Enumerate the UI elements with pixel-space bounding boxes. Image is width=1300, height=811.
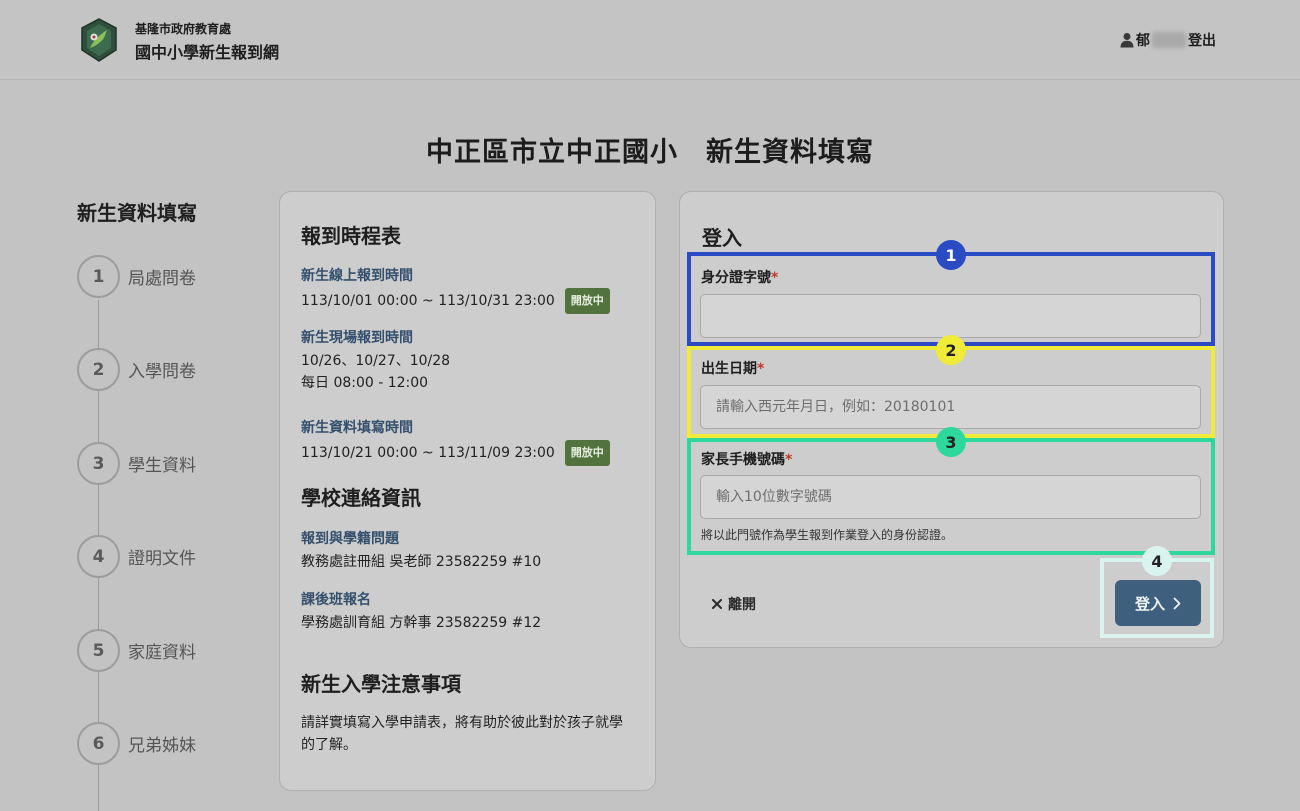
contact-afterschool-label: 課後班報名 — [301, 592, 371, 608]
online-registration-label: 新生線上報到時間 — [301, 268, 413, 284]
annotation-badge-3: 3 — [936, 427, 966, 457]
step-number: 5 — [77, 629, 120, 672]
submit-label: 登入 — [1134, 594, 1165, 613]
data-fill-label: 新生資料填寫時間 — [301, 420, 413, 436]
step-1[interactable]: 1 局處問卷 — [77, 255, 196, 298]
step-6[interactable]: 6 兄弟姊妹 — [77, 722, 196, 765]
step-number: 1 — [77, 255, 120, 298]
step-3[interactable]: 3 學生資料 — [77, 442, 196, 485]
fill-time-text: 113/10/21 00:00 ~ 113/11/09 23:00 — [301, 445, 555, 461]
id-number-label: 身分證字號* — [701, 267, 778, 287]
step-label: 學生資料 — [128, 456, 196, 476]
info-card: 報到時程表 新生線上報到時間 113/10/01 00:00 ~ 113/10/… — [279, 191, 656, 791]
required-mark: * — [757, 361, 765, 377]
site-name[interactable]: 國中小學新生報到網 — [135, 39, 279, 63]
logout-link[interactable]: 登出 — [1188, 30, 1216, 50]
step-5[interactable]: 5 家庭資料 — [77, 629, 196, 672]
notice-text-line-2: 的了解。 — [301, 737, 357, 753]
step-label: 證明文件 — [128, 549, 196, 569]
annotation-badge-1: 1 — [936, 240, 966, 270]
step-label: 兄弟姊妹 — [128, 736, 196, 756]
phone-hint: 將以此門號作為學生報到作業登入的身份認證。 — [701, 528, 954, 542]
contact-afterschool-text: 學務處訓育組 方幹事 23582259 #12 — [301, 615, 542, 631]
parent-phone-input[interactable] — [700, 475, 1201, 519]
keelung-logo-icon[interactable] — [80, 18, 118, 62]
required-mark: * — [785, 452, 793, 468]
onsite-registration-label: 新生現場報到時間 — [301, 330, 413, 346]
step-label: 入學問卷 — [128, 362, 196, 382]
annotation-badge-2: 2 — [936, 335, 966, 365]
login-submit-button[interactable]: 登入 — [1115, 580, 1201, 626]
close-icon — [712, 599, 722, 609]
step-label: 家庭資料 — [128, 643, 196, 663]
login-title: 登入 — [702, 226, 742, 250]
parent-phone-label-text: 家長手機號碼 — [701, 452, 785, 468]
steps-title: 新生資料填寫 — [77, 201, 197, 225]
user-name: 郁 — [1136, 33, 1150, 49]
contact-title: 學校連絡資訊 — [301, 486, 421, 510]
org-name: 基隆市政府教育處 — [135, 22, 232, 36]
birth-date-label: 出生日期* — [701, 358, 764, 378]
online-time-text: 113/10/01 00:00 ~ 113/10/31 23:00 — [301, 293, 555, 309]
step-4[interactable]: 4 證明文件 — [77, 535, 196, 578]
step-2[interactable]: 2 入學問卷 — [77, 348, 196, 391]
id-number-input[interactable] — [700, 294, 1201, 338]
contact-registration-text: 教務處註冊組 吳老師 23582259 #10 — [301, 554, 542, 570]
step-label: 局處問卷 — [128, 269, 196, 289]
top-navbar: 基隆市政府教育處 國中小學新生報到網 郁 登出 — [0, 0, 1300, 80]
leave-button[interactable]: 離開 — [712, 594, 756, 614]
step-number: 6 — [77, 722, 120, 765]
status-badge: 開放中 — [564, 288, 610, 314]
contact-registration-label: 報到與學籍問題 — [301, 531, 399, 547]
status-badge: 開放中 — [564, 440, 610, 466]
notice-title: 新生入學注意事項 — [301, 672, 461, 696]
onsite-hours: 每日 08:00 - 12:00 — [301, 375, 429, 391]
id-number-label-text: 身分證字號 — [701, 270, 771, 286]
birth-date-label-text: 出生日期 — [701, 361, 757, 377]
leave-label: 離開 — [728, 597, 756, 613]
user-menu[interactable]: 郁 登出 — [1120, 30, 1216, 50]
notice-text-line-1: 請詳實填寫入學申請表，將有助於彼此對於孩子就學 — [301, 715, 623, 731]
schedule-title: 報到時程表 — [301, 224, 401, 248]
parent-phone-label: 家長手機號碼* — [701, 449, 792, 469]
birth-date-input[interactable] — [700, 385, 1201, 429]
annotation-badge-4: 4 — [1142, 546, 1172, 576]
step-number: 4 — [77, 535, 120, 578]
step-number: 3 — [77, 442, 120, 485]
step-number: 2 — [77, 348, 120, 391]
user-name-redacted — [1152, 32, 1186, 48]
chevron-right-icon — [1173, 597, 1181, 609]
data-fill-time: 113/10/21 00:00 ~ 113/11/09 23:00 開放中 — [301, 440, 610, 466]
onsite-dates: 10/26、10/27、10/28 — [301, 353, 451, 369]
user-icon — [1120, 33, 1134, 48]
required-mark: * — [771, 270, 779, 286]
online-registration-time: 113/10/01 00:00 ~ 113/10/31 23:00 開放中 — [301, 288, 610, 314]
page-title: 中正區市立中正國小 新生資料填寫 — [426, 137, 874, 168]
